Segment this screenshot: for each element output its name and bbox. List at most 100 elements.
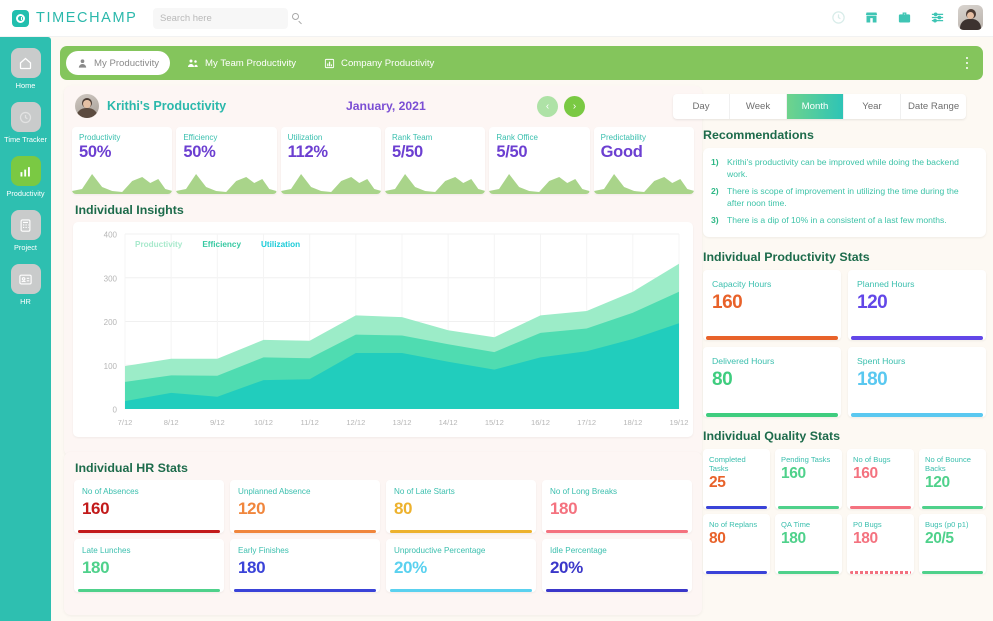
quality-stat-card[interactable]: Bugs (p0 p1) 20/5 [919,514,986,574]
status-bar [234,589,376,592]
hr-stats-grid: No of Absences 160 Unplanned Absence 120… [64,480,702,592]
range-button-month[interactable]: Month [787,94,844,119]
status-bar [778,571,839,574]
sliders-icon[interactable] [925,6,949,30]
avatar[interactable] [75,94,99,118]
home-icon [11,48,41,78]
status-bar [78,589,220,592]
kpi-card[interactable]: Utilization 112% [281,127,381,194]
productivity-stat-card[interactable]: Capacity Hours 160 [703,270,841,340]
quality-stat-card[interactable]: No of Replans 80 [703,514,770,574]
stat-value: 80 [703,366,841,391]
recommendation-number: 2) [711,186,722,209]
status-bar [922,506,983,509]
y-axis-tick: 300 [104,274,118,283]
hr-stat-value: 120 [230,497,380,519]
quality-stat-card[interactable]: No of Bounce Backs 120 [919,449,986,509]
sidebar-item-hr[interactable]: HR [0,253,51,307]
sidebar-item-project[interactable]: Project [0,199,51,253]
avatar[interactable] [958,5,983,30]
hr-stats-title: Individual HR Stats [64,452,702,480]
hr-stat-card[interactable]: Unproductive Percentage 20% [386,539,536,592]
quality-stat-card[interactable]: No of Bugs 160 [847,449,914,509]
kpi-value: 50% [72,142,172,162]
quality-stat-card[interactable]: QA Time 180 [775,514,842,574]
status-bar [546,589,688,592]
hr-stat-card[interactable]: Idle Percentage 20% [542,539,692,592]
search-input[interactable] [160,13,292,24]
sidebar-item-label: Productivity [0,189,51,199]
sidebar-item-time-tracker[interactable]: Time Tracker [0,91,51,145]
hr-stat-card[interactable]: No of Absences 160 [74,480,224,533]
brand-logo[interactable]: TIMECHAMP [12,10,152,27]
legend-efficiency[interactable]: Efficiency [202,240,241,249]
more-options-icon[interactable] [959,52,975,74]
sparkline-chart [385,170,485,194]
quality-label: No of Bugs [847,449,914,464]
quality-value: 120 [919,473,986,492]
clock-icon [12,10,29,27]
range-button-day[interactable]: Day [673,94,730,119]
hr-stat-value: 80 [386,497,536,519]
quality-label: Bugs (p0 p1) [919,514,986,529]
hr-stat-card[interactable]: No of Long Breaks 180 [542,480,692,533]
kpi-card[interactable]: Predictability Good [594,127,694,194]
quality-label: No of Bounce Backs [919,449,986,473]
range-button-year[interactable]: Year [844,94,901,119]
sidebar-item-home[interactable]: Home [0,37,51,91]
y-axis-tick: 400 [104,231,118,240]
quality-stat-card[interactable]: Completed Tasks 25 [703,449,770,509]
range-button-week[interactable]: Week [730,94,787,119]
kpi-card[interactable]: Productivity 50% [72,127,172,194]
hr-stat-card[interactable]: Unplanned Absence 120 [230,480,380,533]
status-bar [78,530,220,533]
briefcase-icon[interactable] [892,6,916,30]
sidebar-item-productivity[interactable]: Productivity [0,145,51,199]
legend-utilization[interactable]: Utilization [261,240,300,249]
tab-company-productivity[interactable]: Company Productivity [313,51,445,75]
quality-label: P0 Bugs [847,514,914,529]
quality-stat-card[interactable]: P0 Bugs 180 [847,514,914,574]
productivity-stat-card[interactable]: Spent Hours 180 [848,347,986,417]
legend-productivity[interactable]: Productivity [135,240,182,249]
range-selector: Day Week Month Year Date Range [673,94,966,119]
status-bar [850,506,911,509]
store-icon[interactable] [859,6,883,30]
quality-value: 25 [703,473,770,492]
hr-stat-card[interactable]: No of Late Starts 80 [386,480,536,533]
tab-my-productivity[interactable]: My Productivity [66,51,170,75]
kpi-value: Good [594,142,694,162]
kpi-label: Rank Office [489,127,589,142]
kpi-card[interactable]: Rank Office 5/50 [489,127,589,194]
kpi-label: Efficiency [176,127,276,142]
productivity-stat-card[interactable]: Delivered Hours 80 [703,347,841,417]
hr-stat-card[interactable]: Late Lunches 180 [74,539,224,592]
range-button-date-range[interactable]: Date Range [901,94,966,119]
brand-name: TIMECHAMP [36,10,137,26]
status-bar [851,413,983,416]
history-icon[interactable] [826,6,850,30]
kpi-label: Predictability [594,127,694,142]
hr-stat-card[interactable]: Early Finishes 180 [230,539,380,592]
individual-insights-chart[interactable]: Productivity Efficiency Utilization 0100… [73,222,693,437]
hr-stat-value: 20% [542,556,692,578]
hr-stat-value: 160 [74,497,224,519]
kpi-card[interactable]: Efficiency 50% [176,127,276,194]
kpi-value: 5/50 [489,142,589,162]
stat-value: 180 [848,366,986,391]
period-nav: ‹ › [537,96,585,117]
quality-stat-card[interactable]: Pending Tasks 160 [775,449,842,509]
productivity-stats-title: Individual Productivity Stats [703,250,986,264]
recommendation-item: 2) There is scope of improvement in util… [711,186,976,209]
prev-period-button[interactable]: ‹ [537,96,558,117]
search-box[interactable] [153,8,288,29]
kpi-label: Utilization [281,127,381,142]
productivity-stats-grid: Capacity Hours 160 Planned Hours 120 Del… [703,270,986,417]
next-period-button[interactable]: › [564,96,585,117]
status-bar [706,506,767,509]
x-axis-tick: 16/12 [531,418,550,427]
tab-my-team-productivity[interactable]: My Team Productivity [176,51,307,75]
productivity-stat-card[interactable]: Planned Hours 120 [848,270,986,340]
page-title: Krithi's Productivity [107,99,226,113]
kpi-card[interactable]: Rank Team 5/50 [385,127,485,194]
